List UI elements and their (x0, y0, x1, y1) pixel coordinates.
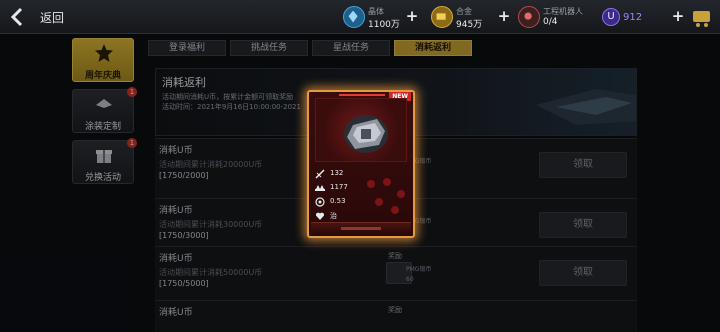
alloy-value: 945万 (456, 20, 483, 30)
engineer-robot-label: 工程机器人 (543, 7, 583, 16)
crystal-icon (343, 6, 365, 28)
add-crystal-button[interactable]: + (404, 9, 420, 25)
back-arrow-icon[interactable] (8, 6, 28, 28)
alloy-resource: 合金 945万 (431, 4, 491, 30)
damage-icon (315, 169, 325, 179)
u-coin-resource: U 912 (602, 4, 662, 30)
stat-value: 1177 (330, 183, 348, 191)
engineer-robot-icon (518, 6, 540, 28)
card-footer-ornament (341, 227, 381, 230)
u-coin-icon: U (602, 8, 620, 26)
card-decoration (367, 178, 405, 214)
u-coin-value: 912 (623, 12, 643, 23)
crystal-value: 1100万 (368, 20, 400, 30)
crystal-resource: 晶体 1100万 (343, 4, 403, 30)
top-bar: 返回 晶体 1100万 + 合金 945万 + 工程机器人 0/4 U 912 … (0, 0, 720, 34)
back-label[interactable]: 返回 (40, 9, 64, 26)
heal-icon (315, 212, 325, 220)
fire-rate-icon (315, 185, 325, 191)
alloy-icon (431, 6, 453, 28)
add-alloy-button[interactable]: + (496, 9, 512, 25)
cart-icon[interactable] (690, 5, 714, 29)
card-footer (311, 222, 411, 234)
stat-value: 0.53 (330, 197, 346, 205)
item-detail-card[interactable]: NEW 132 1177 0.53 治疗 (307, 90, 415, 238)
stat-value: 132 (330, 169, 344, 177)
cooldown-icon (315, 197, 325, 207)
engineer-robot-value: 0/4 (543, 17, 558, 27)
card-light-bar (339, 94, 385, 96)
alloy-label: 合金 (456, 7, 472, 16)
weapon-module-icon (344, 115, 388, 153)
crystal-label: 晶体 (368, 7, 384, 16)
item-portrait (315, 98, 407, 162)
add-u-coin-button[interactable]: + (670, 9, 686, 25)
engineer-robot-resource: 工程机器人 0/4 (518, 4, 588, 30)
